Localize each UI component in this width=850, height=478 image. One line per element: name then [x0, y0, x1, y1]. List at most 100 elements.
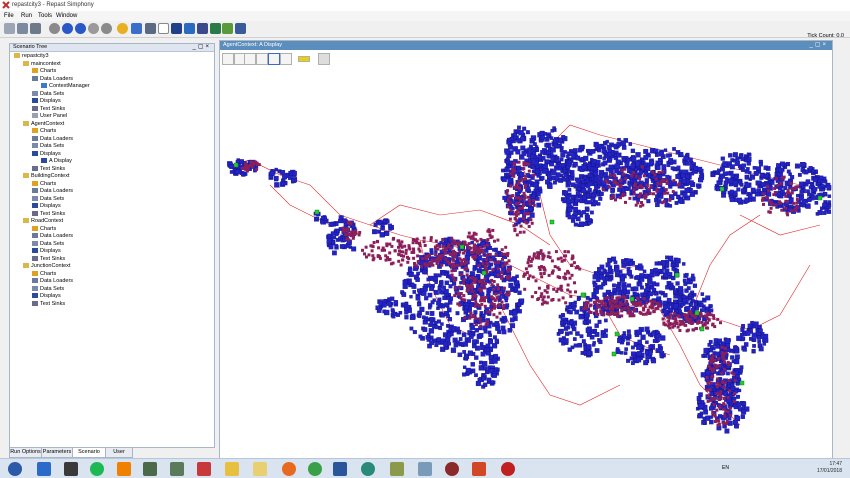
monitor-icon[interactable] [235, 23, 246, 34]
save-icon[interactable] [4, 23, 15, 34]
tree-node[interactable]: JunctionContext [23, 263, 70, 270]
panel-window-buttons[interactable]: _▢× [192, 43, 211, 50]
tree-node[interactable]: repastcity3 [14, 53, 49, 60]
tree-node[interactable]: ContextManager [41, 83, 90, 90]
agent-display-map[interactable] [220, 65, 832, 458]
word-icon[interactable] [333, 462, 347, 476]
tab-run-options[interactable]: Run Options [9, 447, 42, 458]
chrome-icon[interactable] [308, 462, 322, 476]
tree-node[interactable]: Displays [32, 151, 61, 158]
tree-node[interactable]: Data Sets [32, 196, 64, 203]
image-icon[interactable] [222, 23, 233, 34]
tree-node[interactable]: Text Sinks [32, 106, 65, 113]
tree-node[interactable]: BuildingContext [23, 173, 70, 180]
start-icon[interactable] [8, 462, 22, 476]
tree-node[interactable]: Data Sets [32, 286, 64, 293]
store-icon[interactable] [170, 462, 184, 476]
tree-node[interactable]: Charts [32, 226, 56, 233]
tree-node[interactable]: Data Loaders [32, 188, 73, 195]
load-icon[interactable] [17, 23, 28, 34]
tree-node[interactable]: Displays [32, 293, 61, 300]
notepad-icon[interactable] [390, 462, 404, 476]
select-icon[interactable] [318, 53, 330, 65]
menu-tools[interactable]: Tools [38, 13, 52, 19]
tree-node[interactable]: maincontext [23, 61, 61, 68]
info-icon[interactable] [298, 56, 310, 62]
tree-node[interactable]: RoadContext [23, 218, 63, 225]
batch-icon[interactable] [131, 23, 142, 34]
tree-node[interactable]: Data Loaders [32, 136, 73, 143]
agent-marker [672, 316, 676, 320]
tree-node[interactable]: Data Loaders [32, 76, 73, 83]
snip-icon[interactable] [197, 462, 211, 476]
tree-node[interactable]: Charts [32, 68, 56, 75]
tree-node[interactable]: Text Sinks [32, 211, 65, 218]
tree-node[interactable]: Displays [32, 98, 61, 105]
tree-node[interactable]: Text Sinks [32, 256, 65, 263]
powerpoint-icon[interactable] [472, 462, 486, 476]
tree-node[interactable]: Data Loaders [32, 278, 73, 285]
search-icon[interactable] [361, 462, 375, 476]
init-icon[interactable] [49, 23, 60, 34]
zoom-box-icon[interactable] [268, 53, 280, 65]
tree-node[interactable]: Data Sets [32, 143, 64, 150]
spotify-icon[interactable] [90, 462, 104, 476]
agent-marker [717, 422, 721, 426]
agent-marker [665, 178, 669, 182]
building-marker [787, 194, 791, 199]
building-marker [741, 163, 746, 168]
language-indicator[interactable]: EN [722, 465, 729, 471]
stop-icon[interactable] [88, 23, 99, 34]
smiley-icon[interactable] [117, 23, 128, 34]
notes-icon[interactable] [253, 462, 267, 476]
tree-node[interactable]: Data Sets [32, 241, 64, 248]
tree-node[interactable]: Data Loaders [32, 233, 73, 240]
tree-node[interactable]: Displays [32, 248, 61, 255]
settings-icon[interactable] [30, 23, 41, 34]
agent-marker [479, 320, 483, 324]
tree-node[interactable]: AgentContext [23, 121, 64, 128]
gear-icon[interactable] [145, 23, 156, 34]
tree-node[interactable]: A Display [41, 158, 72, 165]
tree-node[interactable]: Charts [32, 181, 56, 188]
save-icon[interactable] [222, 53, 234, 65]
ie-icon[interactable] [37, 462, 51, 476]
tab-parameters[interactable]: Parameters [41, 447, 73, 458]
display-window-buttons[interactable]: _▢× [809, 41, 828, 48]
home-icon[interactable] [244, 53, 256, 65]
pan-icon[interactable] [280, 53, 292, 65]
tree-node[interactable]: Charts [32, 128, 56, 135]
media-icon[interactable] [445, 462, 459, 476]
play-icon[interactable] [75, 23, 86, 34]
tree-node[interactable]: Displays [32, 203, 61, 210]
reset-icon[interactable] [101, 23, 112, 34]
tree-node[interactable]: Data Sets [32, 91, 64, 98]
export-icon[interactable] [197, 23, 208, 34]
tree-node[interactable]: User Panel [32, 113, 67, 120]
menu-run[interactable]: Run [21, 13, 32, 19]
blank-icon[interactable] [158, 23, 169, 34]
menu-file[interactable]: File [4, 13, 14, 19]
tree-node[interactable]: Charts [32, 271, 56, 278]
building-marker [696, 185, 701, 189]
tree-node-label: Data Sets [40, 195, 65, 202]
firefox-icon[interactable] [282, 462, 296, 476]
building-marker [415, 277, 420, 282]
globe-icon[interactable] [184, 23, 195, 34]
vlc-icon[interactable] [117, 462, 131, 476]
tree-node[interactable]: Text Sinks [32, 301, 65, 308]
folder-icon[interactable] [225, 462, 239, 476]
picture-icon[interactable] [210, 23, 221, 34]
zoom-icon[interactable] [256, 53, 268, 65]
tab-scenario-tree[interactable]: Scenario Tree [72, 447, 106, 464]
monitor-icon[interactable] [143, 462, 157, 476]
step-icon[interactable] [62, 23, 73, 34]
network-icon[interactable] [171, 23, 182, 34]
tab-user-panel[interactable]: User Panel [105, 447, 133, 464]
system-clock[interactable]: 17:47 17/01/2018 [817, 461, 842, 475]
files-icon[interactable] [418, 462, 432, 476]
tree-node[interactable]: Text Sinks [32, 166, 65, 173]
java-icon[interactable] [64, 462, 78, 476]
menu-window[interactable]: Window [56, 13, 77, 19]
repast-icon[interactable] [501, 462, 515, 476]
